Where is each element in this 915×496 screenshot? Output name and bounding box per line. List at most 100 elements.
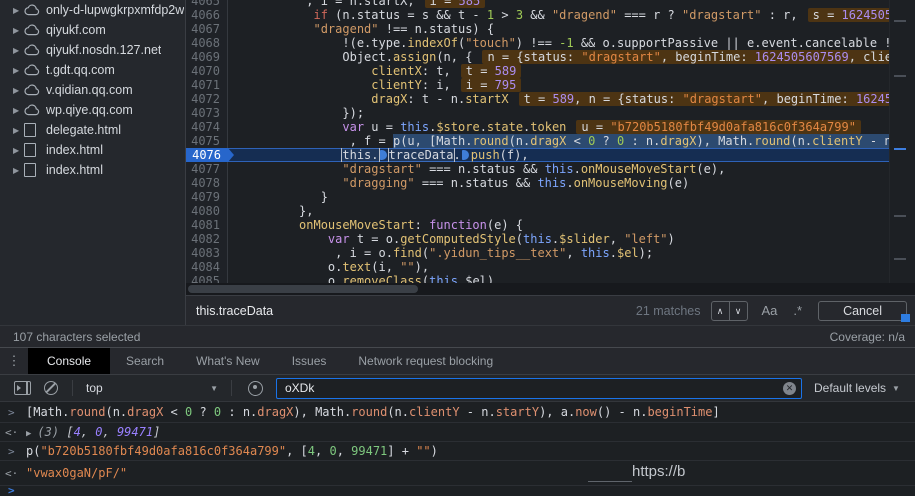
- tree-item-qiyukf-nosdn-127-net[interactable]: ▶qiyukf.nosdn.127.net: [0, 40, 185, 60]
- console-filter: ✕: [276, 378, 802, 399]
- cancel-button[interactable]: Cancel: [818, 301, 907, 321]
- tree-item-v-qidian-qq-com[interactable]: ▶v.qidian.qq.com: [0, 80, 185, 100]
- line-number[interactable]: 4073: [186, 106, 228, 120]
- console-token: dragX: [127, 405, 163, 419]
- expand-triangle-icon[interactable]: ▶: [26, 429, 31, 439]
- console-toolbar: top ▼ ✕ Default levels ▼: [0, 375, 915, 402]
- previous-match-button[interactable]: ∧: [712, 302, 730, 320]
- code-token: token: [530, 120, 566, 134]
- clear-filter-icon[interactable]: ✕: [783, 382, 796, 395]
- disclosure-triangle-icon[interactable]: ▶: [13, 46, 24, 55]
- line-number[interactable]: 4081: [186, 218, 228, 232]
- code-token: (n, {: [436, 50, 472, 64]
- tab-console[interactable]: Console: [28, 348, 110, 374]
- tree-item-label: only-d-lupwgkrpxmfdp2w: [46, 3, 184, 17]
- code-token: this.: [342, 148, 378, 162]
- badge-token: i =: [466, 78, 495, 92]
- search-input[interactable]: [186, 303, 636, 319]
- tree-item-t-gdt-qq-com[interactable]: ▶t.gdt.qq.com: [0, 60, 185, 80]
- console-sidebar-toggle-icon[interactable]: [14, 381, 31, 395]
- tab-what-s-new[interactable]: What's New: [180, 348, 276, 374]
- disclosure-triangle-icon[interactable]: ▶: [13, 6, 24, 15]
- code-token: : t,: [422, 64, 451, 78]
- tab-network-request-blocking[interactable]: Network request blocking: [342, 348, 509, 374]
- console-prompt-chevron-icon[interactable]: >: [8, 486, 15, 496]
- code-token: ),: [415, 260, 429, 274]
- line-number[interactable]: 4078: [186, 176, 228, 190]
- code-token: assign: [393, 50, 436, 64]
- tree-item-delegate-html[interactable]: ▶delegate.html: [0, 120, 185, 140]
- console-token: "vwax0gaN/pF/": [26, 466, 127, 480]
- code-token: round: [754, 134, 790, 148]
- clear-console-icon[interactable]: [44, 381, 58, 395]
- line-number[interactable]: 4076: [186, 148, 228, 162]
- console-token: now: [575, 405, 597, 419]
- drawer-panel: ⋮ ConsoleSearchWhat's NewIssuesNetwork r…: [0, 347, 915, 496]
- badge-token: 585: [459, 0, 481, 8]
- code-token: >: [494, 8, 516, 22]
- line-number[interactable]: 4072: [186, 92, 228, 106]
- disclosure-triangle-icon[interactable]: ▶: [13, 166, 24, 175]
- disclosure-triangle-icon[interactable]: ▶: [13, 26, 24, 35]
- horizontal-scrollbar[interactable]: [186, 283, 915, 295]
- javascript-context-select[interactable]: top ▼: [80, 381, 224, 395]
- code-token: .: [480, 120, 487, 134]
- line-number[interactable]: 4084: [186, 260, 228, 274]
- line-number[interactable]: 4066: [186, 8, 228, 22]
- disclosure-triangle-icon[interactable]: ▶: [13, 86, 24, 95]
- tree-item-index-html[interactable]: ▶index.html: [0, 140, 185, 160]
- tab-issues[interactable]: Issues: [276, 348, 343, 374]
- disclosure-triangle-icon[interactable]: ▶: [13, 126, 24, 135]
- tab-search[interactable]: Search: [110, 348, 180, 374]
- disclosure-triangle-icon[interactable]: ▶: [13, 106, 24, 115]
- line-number[interactable]: 4080: [186, 204, 228, 218]
- line-number[interactable]: 4075: [186, 134, 228, 148]
- live-expression-eye-icon[interactable]: [248, 381, 263, 396]
- code-line: , i = o.find(".yidun_tips__text", this.$…: [228, 246, 890, 260]
- console-prompt-row[interactable]: >: [0, 486, 915, 496]
- match-case-button[interactable]: Aa: [762, 303, 778, 318]
- console-token: 99471: [351, 444, 387, 458]
- log-levels-select[interactable]: Default levels ▼: [814, 381, 900, 395]
- eval-value-badge: t = 589, n = {status: "dragstart", begin…: [519, 92, 890, 106]
- scrollbar-position-marker: [901, 314, 910, 322]
- code-row: 4067 "dragend" !== n.status) {: [186, 22, 890, 36]
- line-number[interactable]: 4067: [186, 22, 228, 36]
- console-token: <: [163, 405, 185, 419]
- line-number[interactable]: 4079: [186, 190, 228, 204]
- code-line: "dragging" === n.status && this.onMouseM…: [228, 176, 890, 190]
- console-input-chevron-icon: >: [8, 442, 15, 461]
- inline-breakpoint-marker[interactable]: [462, 150, 469, 160]
- code-token: onMouseMoving: [574, 176, 668, 190]
- line-number[interactable]: 4065: [186, 0, 228, 8]
- console-token: , [: [286, 444, 308, 458]
- code-token: getComputedStyle: [400, 232, 516, 246]
- horizontal-scrollbar-thumb[interactable]: [188, 285, 418, 293]
- console-input-row: >p("b720b5180fbf49d0afa816c0f364a799", […: [0, 442, 915, 461]
- line-number[interactable]: 4077: [186, 162, 228, 176]
- line-number[interactable]: 4069: [186, 50, 228, 64]
- line-number[interactable]: 4074: [186, 120, 228, 134]
- tree-item-index-html[interactable]: ▶index.html: [0, 160, 185, 180]
- inline-breakpoint-marker[interactable]: [380, 150, 387, 160]
- tree-item-wp-qiye-qq-com[interactable]: ▶wp.qiye.qq.com: [0, 100, 185, 120]
- line-number[interactable]: 4070: [186, 64, 228, 78]
- regex-button[interactable]: .*: [793, 303, 802, 318]
- line-number[interactable]: 4068: [186, 36, 228, 50]
- line-number[interactable]: 4071: [186, 78, 228, 92]
- line-number[interactable]: 4083: [186, 246, 228, 260]
- cloud-icon: [24, 64, 42, 76]
- next-match-button[interactable]: ∨: [730, 302, 747, 320]
- vertical-scrollbar[interactable]: [889, 0, 915, 283]
- line-number[interactable]: 4082: [186, 232, 228, 246]
- code-token: "touch": [465, 36, 516, 50]
- more-tabs-menu-icon[interactable]: ⋮: [0, 348, 28, 374]
- disclosure-triangle-icon[interactable]: ▶: [13, 66, 24, 75]
- filter-input[interactable]: [276, 378, 802, 399]
- tree-item-only-d-lupwgkrpxmfdp2w[interactable]: ▶ only-d-lupwgkrpxmfdp2w: [0, 0, 185, 20]
- context-label: top: [86, 381, 103, 395]
- code-line: var t = o.getComputedStyle(this.$slider,…: [228, 232, 890, 246]
- tree-item-qiyukf-com[interactable]: ▶qiyukf.com: [0, 20, 185, 40]
- disclosure-triangle-icon[interactable]: ▶: [13, 146, 24, 155]
- toolbar-separator: [231, 380, 232, 396]
